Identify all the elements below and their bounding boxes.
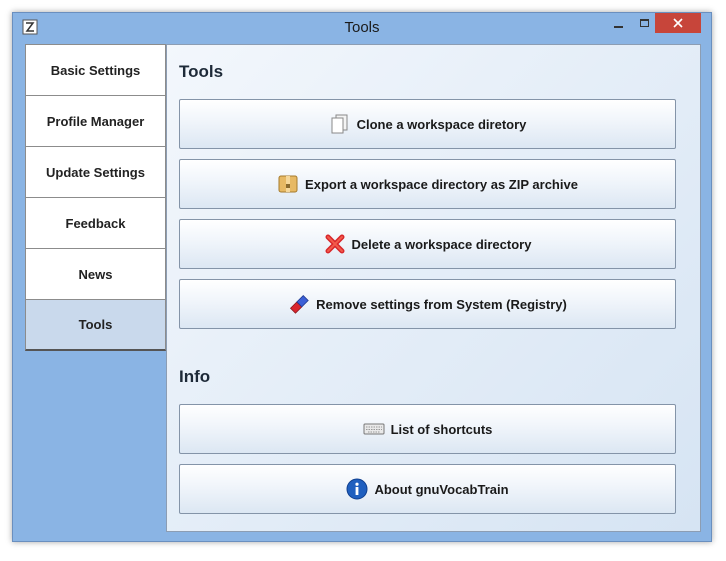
list-shortcuts-button[interactable]: List of shortcuts <box>179 404 676 454</box>
tools-section-title: Tools <box>179 62 224 81</box>
sidebar-item-label: News <box>78 266 113 282</box>
sidebar-item-tools[interactable]: Tools <box>25 299 166 351</box>
sidebar-item-label: Update Settings <box>46 164 145 180</box>
zip-archive-icon <box>277 173 299 195</box>
documents-icon <box>329 113 351 135</box>
sidebar-item-profile-manager[interactable]: Profile Manager <box>25 95 166 147</box>
sidebar-item-label: Tools <box>78 317 113 332</box>
minimize-button[interactable] <box>605 13 631 33</box>
sidebar-item-label: Profile Manager <box>46 113 145 129</box>
tools-panel: Tools Clone a workspace diretory Export … <box>166 44 701 532</box>
sidebar-item-basic-settings[interactable]: Basic Settings <box>25 44 166 96</box>
button-label: About gnuVocabTrain <box>374 481 509 497</box>
maximize-icon <box>639 19 649 27</box>
button-label: List of shortcuts <box>390 421 493 437</box>
eraser-icon <box>288 293 310 315</box>
remove-registry-settings-button[interactable]: Remove settings from System (Registry) <box>179 279 676 329</box>
button-label: Export a workspace directory as ZIP arch… <box>305 176 578 192</box>
clone-workspace-button[interactable]: Clone a workspace diretory <box>179 99 676 149</box>
keyboard-icon <box>363 418 385 440</box>
button-label: Remove settings from System (Registry) <box>316 296 567 312</box>
export-zip-button[interactable]: Export a workspace directory as ZIP arch… <box>179 159 676 209</box>
title-bar[interactable]: Tools <box>13 13 711 43</box>
sidebar-item-label: Basic Settings <box>50 62 141 78</box>
tools-window: Tools Basic Settings Profile Manager Upd… <box>12 12 712 542</box>
sidebar: Basic Settings Profile Manager Update Se… <box>25 44 166 531</box>
sidebar-item-label: Feedback <box>65 215 126 231</box>
close-icon <box>673 18 683 28</box>
info-section-title: Info <box>179 367 211 386</box>
button-label: Clone a workspace diretory <box>356 116 527 132</box>
sidebar-item-feedback[interactable]: Feedback <box>25 197 166 249</box>
button-label: Delete a workspace directory <box>351 236 532 252</box>
minimize-icon <box>613 26 623 28</box>
sidebar-item-update-settings[interactable]: Update Settings <box>25 146 166 198</box>
sidebar-item-news[interactable]: News <box>25 248 166 300</box>
maximize-button[interactable] <box>631 13 657 33</box>
red-x-icon <box>324 233 346 255</box>
close-button[interactable] <box>655 13 701 33</box>
delete-workspace-button[interactable]: Delete a workspace directory <box>179 219 676 269</box>
info-icon <box>346 478 368 500</box>
about-button[interactable]: About gnuVocabTrain <box>179 464 676 514</box>
